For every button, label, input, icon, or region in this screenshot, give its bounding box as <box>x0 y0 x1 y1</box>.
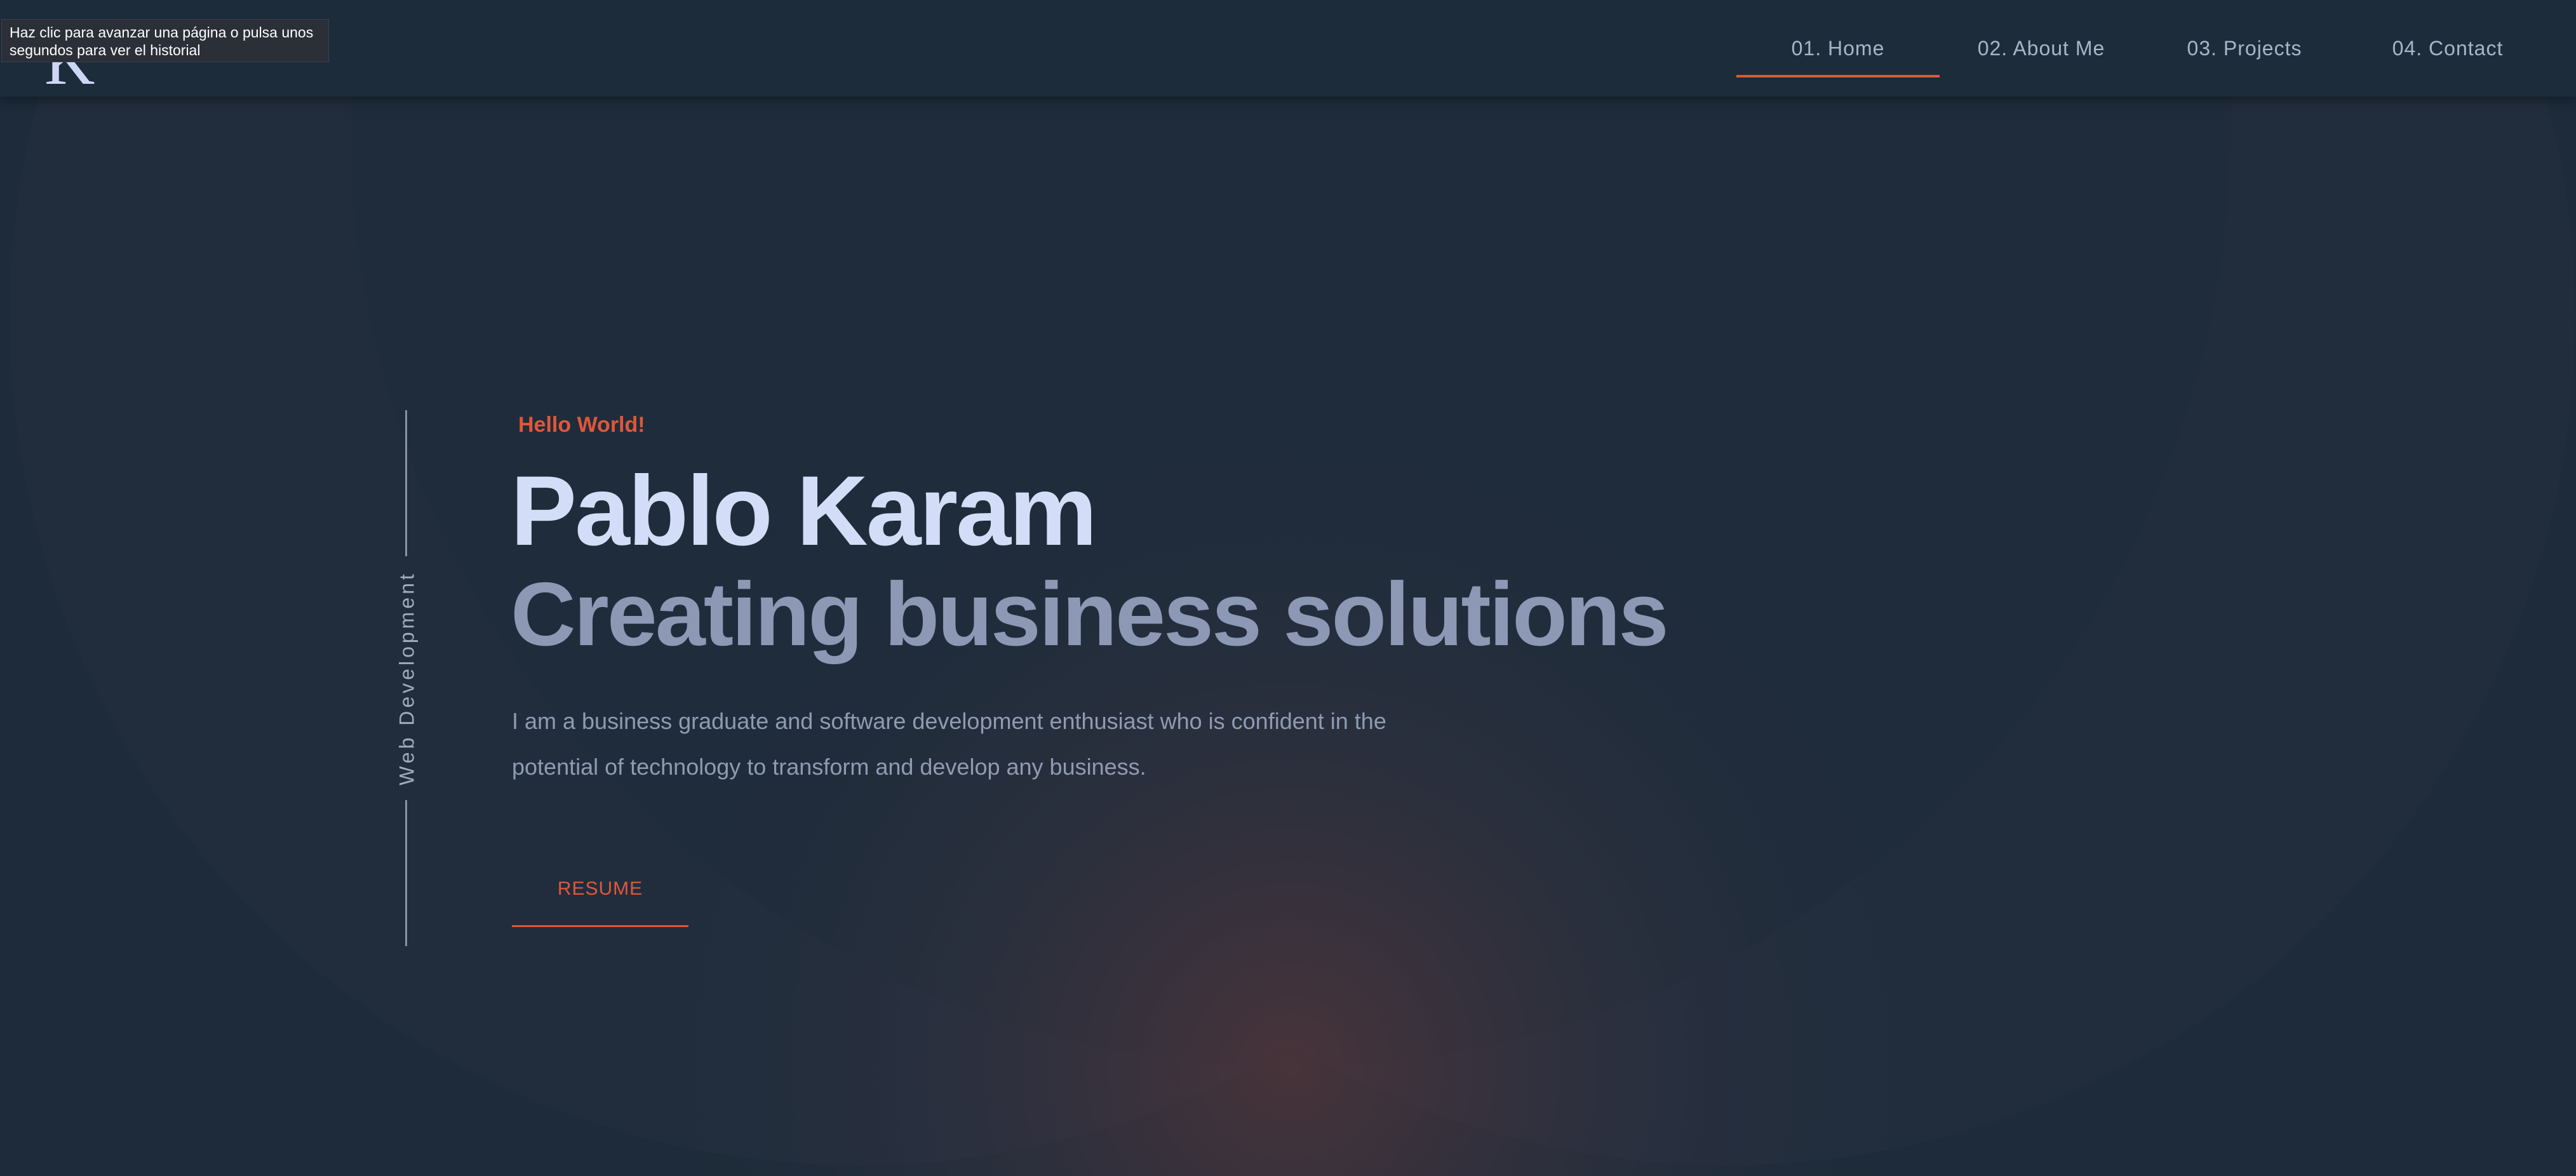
nav-item-about-me[interactable]: 02. About Me <box>1940 0 2143 97</box>
resume-button[interactable]: RESUME <box>512 852 688 927</box>
page: K 01. Home 02. About Me 03. Projects 04.… <box>0 0 2576 1176</box>
nav-item-contact[interactable]: 04. Contact <box>2346 0 2549 97</box>
main-nav: 01. Home 02. About Me 03. Projects 04. C… <box>1736 0 2549 97</box>
vertical-role-label: Web Development <box>395 571 419 785</box>
hero-description: I am a business graduate and software de… <box>512 708 1386 780</box>
vertical-divider-bottom <box>405 800 407 946</box>
nav-item-home[interactable]: 01. Home <box>1736 0 1940 97</box>
history-tooltip: Haz clic para avanzar una página o pulsa… <box>1 19 329 62</box>
nav-item-projects[interactable]: 03. Projects <box>2143 0 2346 97</box>
vertical-divider-top <box>405 410 407 556</box>
hero-tagline: Creating business solutions <box>511 564 1669 665</box>
site-header: K 01. Home 02. About Me 03. Projects 04.… <box>0 0 2576 97</box>
greeting-text: Hello World! <box>518 413 645 437</box>
hero-name: Pablo Karam <box>511 456 1097 566</box>
